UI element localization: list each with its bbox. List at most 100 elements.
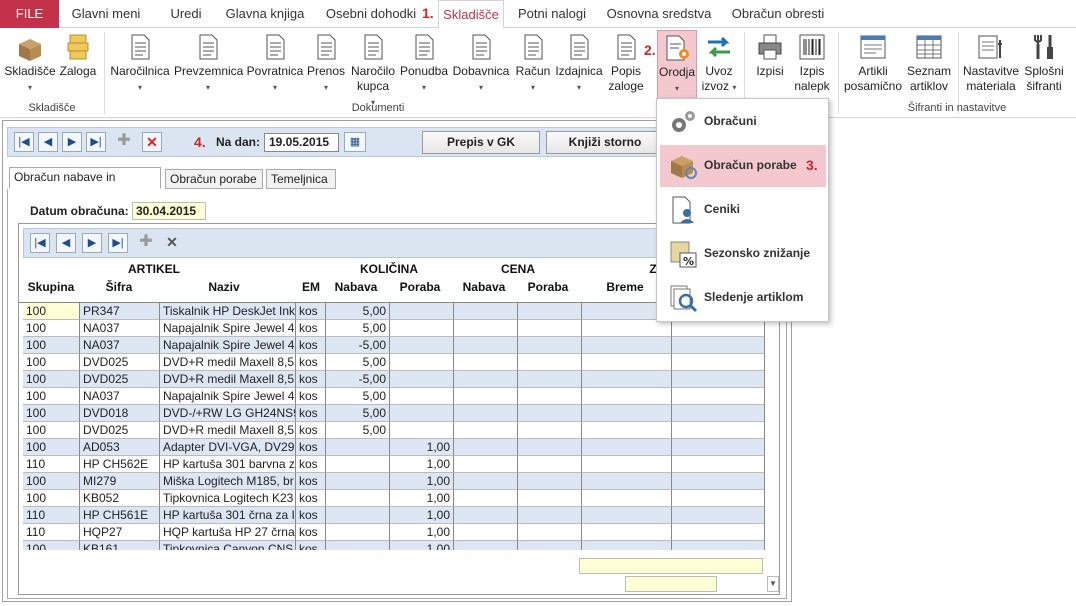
cell-skupina[interactable]: 100	[23, 320, 80, 337]
last-record-icon[interactable]: ▶|	[86, 132, 106, 152]
cell-c4[interactable]	[672, 337, 765, 354]
cell-c1[interactable]	[454, 320, 518, 337]
cell-c4[interactable]	[672, 541, 765, 550]
table-row[interactable]: 100 AD053 Adapter DVI-VGA, DV29M kos 1,00	[21, 439, 765, 456]
delete-record-icon[interactable]: ✕	[162, 233, 182, 253]
cell-c1[interactable]	[454, 490, 518, 507]
cell-c4[interactable]	[672, 371, 765, 388]
cell-em[interactable]: kos	[296, 456, 326, 473]
prenos-button[interactable]: Prenos ▾	[306, 32, 346, 94]
cell-sifra[interactable]: DVD025	[80, 354, 160, 371]
first-record-icon[interactable]: |◀	[14, 132, 34, 152]
cell-poraba[interactable]	[390, 337, 454, 354]
cell-poraba[interactable]	[390, 354, 454, 371]
cell-em[interactable]: kos	[296, 320, 326, 337]
cell-c1[interactable]	[454, 371, 518, 388]
cell-c3[interactable]	[582, 507, 672, 524]
cell-nabava[interactable]: 5,00	[326, 354, 390, 371]
table-row[interactable]: 100 MI279 Miška Logitech M185, br kos 1,00	[21, 473, 765, 490]
calendar-icon[interactable]: ▦	[344, 132, 366, 152]
cell-c3[interactable]	[582, 473, 672, 490]
cell-c1[interactable]	[454, 541, 518, 550]
cell-skupina[interactable]: 100	[23, 541, 80, 550]
cell-c2[interactable]	[518, 473, 582, 490]
cell-skupina[interactable]: 110	[23, 456, 80, 473]
tab-potni-nalogi[interactable]: Potni nalogi	[512, 0, 592, 28]
cell-skupina[interactable]: 100	[23, 371, 80, 388]
cell-c2[interactable]	[518, 371, 582, 388]
cell-poraba[interactable]	[390, 422, 454, 439]
cell-nabava[interactable]	[326, 473, 390, 490]
cell-nabava[interactable]: 5,00	[326, 303, 390, 320]
cell-c3[interactable]	[582, 541, 672, 550]
cell-skupina[interactable]: 100	[23, 439, 80, 456]
cell-c4[interactable]	[672, 439, 765, 456]
cell-poraba[interactable]: 1,00	[390, 541, 454, 550]
cell-nabava[interactable]: 5,00	[326, 388, 390, 405]
cell-poraba[interactable]: 1,00	[390, 490, 454, 507]
cell-em[interactable]: kos	[296, 439, 326, 456]
menu-item-obracuni[interactable]: Obračuni	[660, 101, 826, 143]
cell-skupina[interactable]: 100	[23, 303, 80, 320]
cell-sifra[interactable]: AD053	[80, 439, 160, 456]
cell-poraba[interactable]: 1,00	[390, 507, 454, 524]
cell-nabava[interactable]	[326, 439, 390, 456]
cell-c3[interactable]	[582, 439, 672, 456]
cell-poraba[interactable]: 1,00	[390, 473, 454, 490]
cell-poraba[interactable]	[390, 303, 454, 320]
cell-c2[interactable]	[518, 541, 582, 550]
cell-c1[interactable]	[454, 439, 518, 456]
cell-em[interactable]: kos	[296, 490, 326, 507]
cell-naziv[interactable]: HQP kartuša HP 27 črna	[160, 524, 296, 541]
cell-poraba[interactable]: 1,00	[390, 524, 454, 541]
table-row[interactable]: 100 KB161 Tipkovnica Canyon CNS kos 1,00	[21, 541, 765, 550]
cell-skupina[interactable]: 100	[23, 473, 80, 490]
previous-record-icon[interactable]: ◀	[56, 233, 76, 253]
cell-skupina[interactable]: 100	[23, 337, 80, 354]
prevzemnica-button[interactable]: Prevzemnica ▾	[174, 32, 243, 94]
next-record-icon[interactable]: ▶	[82, 233, 102, 253]
tab-temeljnica[interactable]: Temeljnica	[266, 169, 336, 189]
cell-c3[interactable]	[582, 422, 672, 439]
menu-item-sezonsko-znizanje[interactable]: % Sezonsko znižanje	[660, 233, 826, 275]
cell-sifra[interactable]: KB161	[80, 541, 160, 550]
cell-c4[interactable]	[672, 473, 765, 490]
cell-sifra[interactable]: NA037	[80, 388, 160, 405]
cell-em[interactable]: kos	[296, 388, 326, 405]
tab-osnovna-sredstva[interactable]: Osnovna sredstva	[604, 0, 714, 28]
table-row[interactable]: 100 PR347 Tiskalnik HP DeskJet Ink kos 5,00	[21, 303, 765, 320]
cell-em[interactable]: kos	[296, 473, 326, 490]
cell-skupina[interactable]: 100	[23, 405, 80, 422]
cell-em[interactable]: kos	[296, 524, 326, 541]
cell-c4[interactable]	[672, 320, 765, 337]
tab-uredi[interactable]: Uredi	[160, 0, 212, 28]
cell-naziv[interactable]: HP kartuša 301 črna za I	[160, 507, 296, 524]
cell-skupina[interactable]: 110	[23, 524, 80, 541]
seznam-artiklov-button[interactable]: Seznam artiklov	[904, 32, 954, 94]
cell-naziv[interactable]: Miška Logitech M185, br	[160, 473, 296, 490]
narocilnica-button[interactable]: Naročilnica ▾	[108, 32, 172, 94]
cell-naziv[interactable]: Napajalnik Spire Jewel 4	[160, 337, 296, 354]
cell-poraba[interactable]: 1,00	[390, 439, 454, 456]
cell-sifra[interactable]: DVD025	[80, 422, 160, 439]
cell-naziv[interactable]: Tiskalnik HP DeskJet Ink	[160, 303, 296, 320]
cell-c1[interactable]	[454, 388, 518, 405]
cell-sifra[interactable]: PR347	[80, 303, 160, 320]
cell-c3[interactable]	[582, 490, 672, 507]
cell-c2[interactable]	[518, 439, 582, 456]
cell-nabava[interactable]: 5,00	[326, 320, 390, 337]
tab-glavni-meni[interactable]: Glavni meni	[66, 0, 146, 28]
izpis-nalepk-button[interactable]: Izpis nalepk	[792, 32, 832, 94]
cell-naziv[interactable]: DVD+R medil Maxell 8,5	[160, 422, 296, 439]
cell-em[interactable]: kos	[296, 303, 326, 320]
cell-sifra[interactable]: KB052	[80, 490, 160, 507]
add-record-icon[interactable]: ✚	[114, 132, 134, 152]
izpisi-button[interactable]: Izpisi	[752, 32, 788, 79]
menu-item-obracun-porabe[interactable]: Obračun porabe 3.	[660, 145, 826, 187]
cell-c3[interactable]	[582, 320, 672, 337]
cell-poraba[interactable]	[390, 388, 454, 405]
cell-c2[interactable]	[518, 303, 582, 320]
cell-c2[interactable]	[518, 524, 582, 541]
cell-c1[interactable]	[454, 303, 518, 320]
cell-c4[interactable]	[672, 524, 765, 541]
